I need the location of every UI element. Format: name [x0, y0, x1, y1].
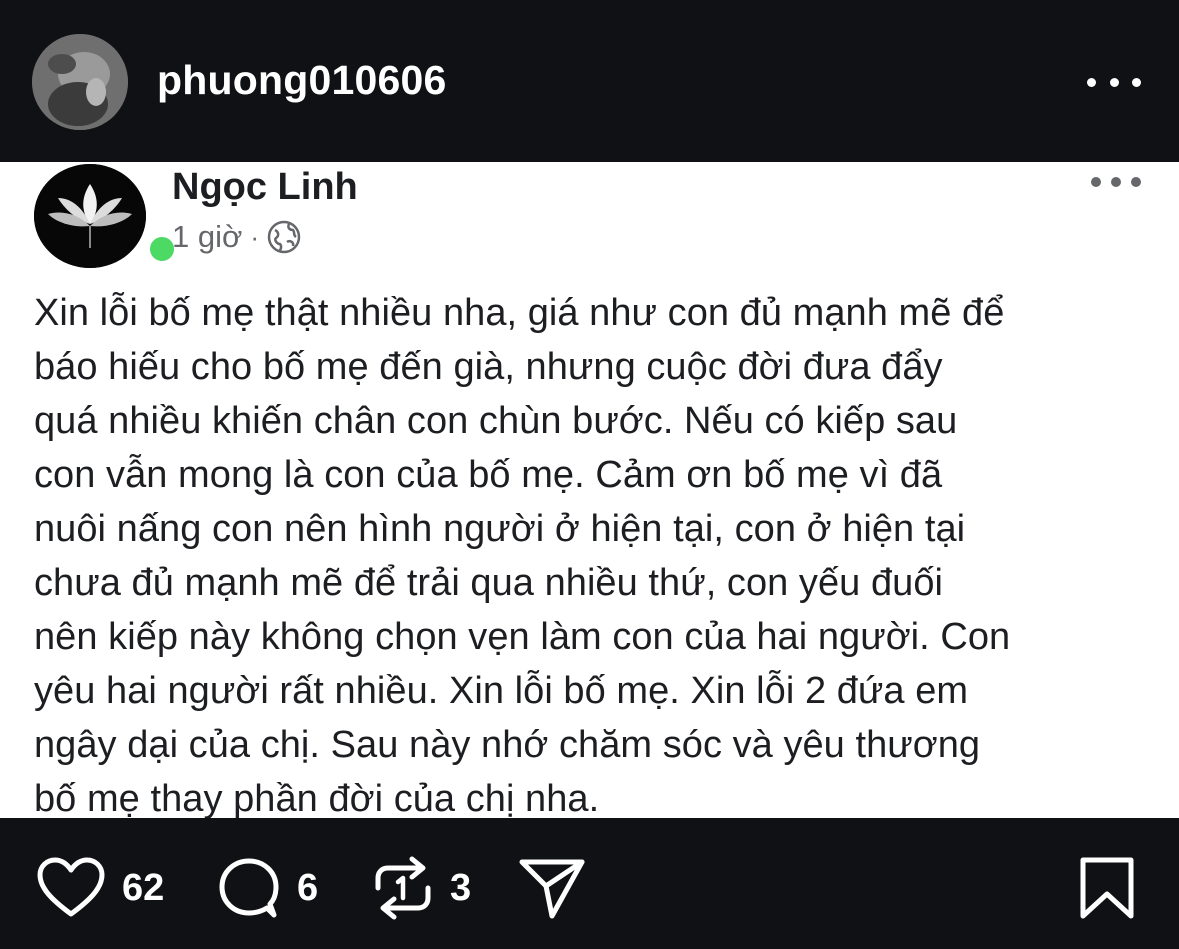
post-text-line: yêu hai người rất nhiều. Xin lỗi bố mẹ. … — [34, 670, 969, 712]
dot — [1109, 77, 1119, 87]
dot — [1091, 177, 1101, 187]
action-bar: 62 6 3 — [0, 818, 1179, 949]
comment-count: 6 — [297, 867, 319, 909]
post-text-line: Xin lỗi bố mẹ thật nhiều nha, giá như co… — [34, 292, 1005, 334]
repost-icon — [375, 856, 431, 920]
post-text-line: chưa đủ mạnh mẽ để trải qua nhiều thứ, c… — [34, 562, 944, 604]
dot — [1087, 77, 1096, 87]
repost-count: 3 — [450, 867, 472, 909]
dot — [1111, 177, 1121, 187]
post-text-line: con vẫn mong là con của bố mẹ. Cảm ơn bố… — [34, 454, 943, 496]
save-button[interactable] — [1078, 856, 1136, 920]
globe-icon — [267, 220, 301, 254]
bookmark-icon — [1080, 857, 1134, 919]
like-count: 62 — [122, 867, 165, 909]
post-text-line: quá nhiều khiến chân con chùn bước. Nếu … — [34, 400, 958, 442]
comment-icon — [219, 858, 279, 918]
send-icon — [519, 859, 585, 919]
lotus-flower-icon — [34, 164, 146, 268]
comment-button[interactable]: 6 — [217, 856, 318, 920]
username[interactable]: phuong010606 — [157, 56, 446, 104]
post-text-line: nên kiếp này không chọn vẹn làm con của … — [34, 616, 1011, 658]
post-author-name: Ngọc Linh — [172, 166, 358, 208]
dot — [1131, 177, 1141, 187]
meta-separator: · — [250, 221, 259, 252]
post-text-line: nuôi nấng con nên hình người ở hiện tại,… — [34, 508, 966, 550]
post-header: phuong010606 — [0, 0, 1179, 162]
post-text-line: ngây dại của chị. Sau này nhớ chăm sóc v… — [34, 724, 981, 766]
repost-button[interactable]: 3 — [372, 856, 471, 920]
more-options-icon[interactable] — [1084, 62, 1144, 102]
post-image-card[interactable]: Ngọc Linh 1 giờ · Xin lỗi bố mẹ thật nhi… — [0, 162, 1179, 820]
author-avatar — [34, 164, 178, 268]
like-button[interactable]: 62 — [36, 856, 164, 920]
avatar-photo — [32, 34, 128, 130]
avatar[interactable] — [32, 34, 128, 130]
post-text-line: báo hiếu cho bố mẹ đến già, nhưng cuộc đ… — [34, 346, 943, 388]
share-button[interactable] — [518, 856, 586, 920]
dot — [1132, 77, 1141, 87]
post-more-options-icon[interactable] — [1091, 172, 1141, 192]
post-body: Xin lỗi bố mẹ thật nhiều nha, giá như co… — [34, 286, 1159, 826]
threads-post-view: phuong010606 Ngọc Linh 1 giờ · Xin lỗi b… — [0, 0, 1179, 949]
post-time: 1 giờ — [172, 219, 243, 254]
heart-icon — [37, 857, 105, 917]
post-meta: 1 giờ · — [172, 217, 301, 257]
